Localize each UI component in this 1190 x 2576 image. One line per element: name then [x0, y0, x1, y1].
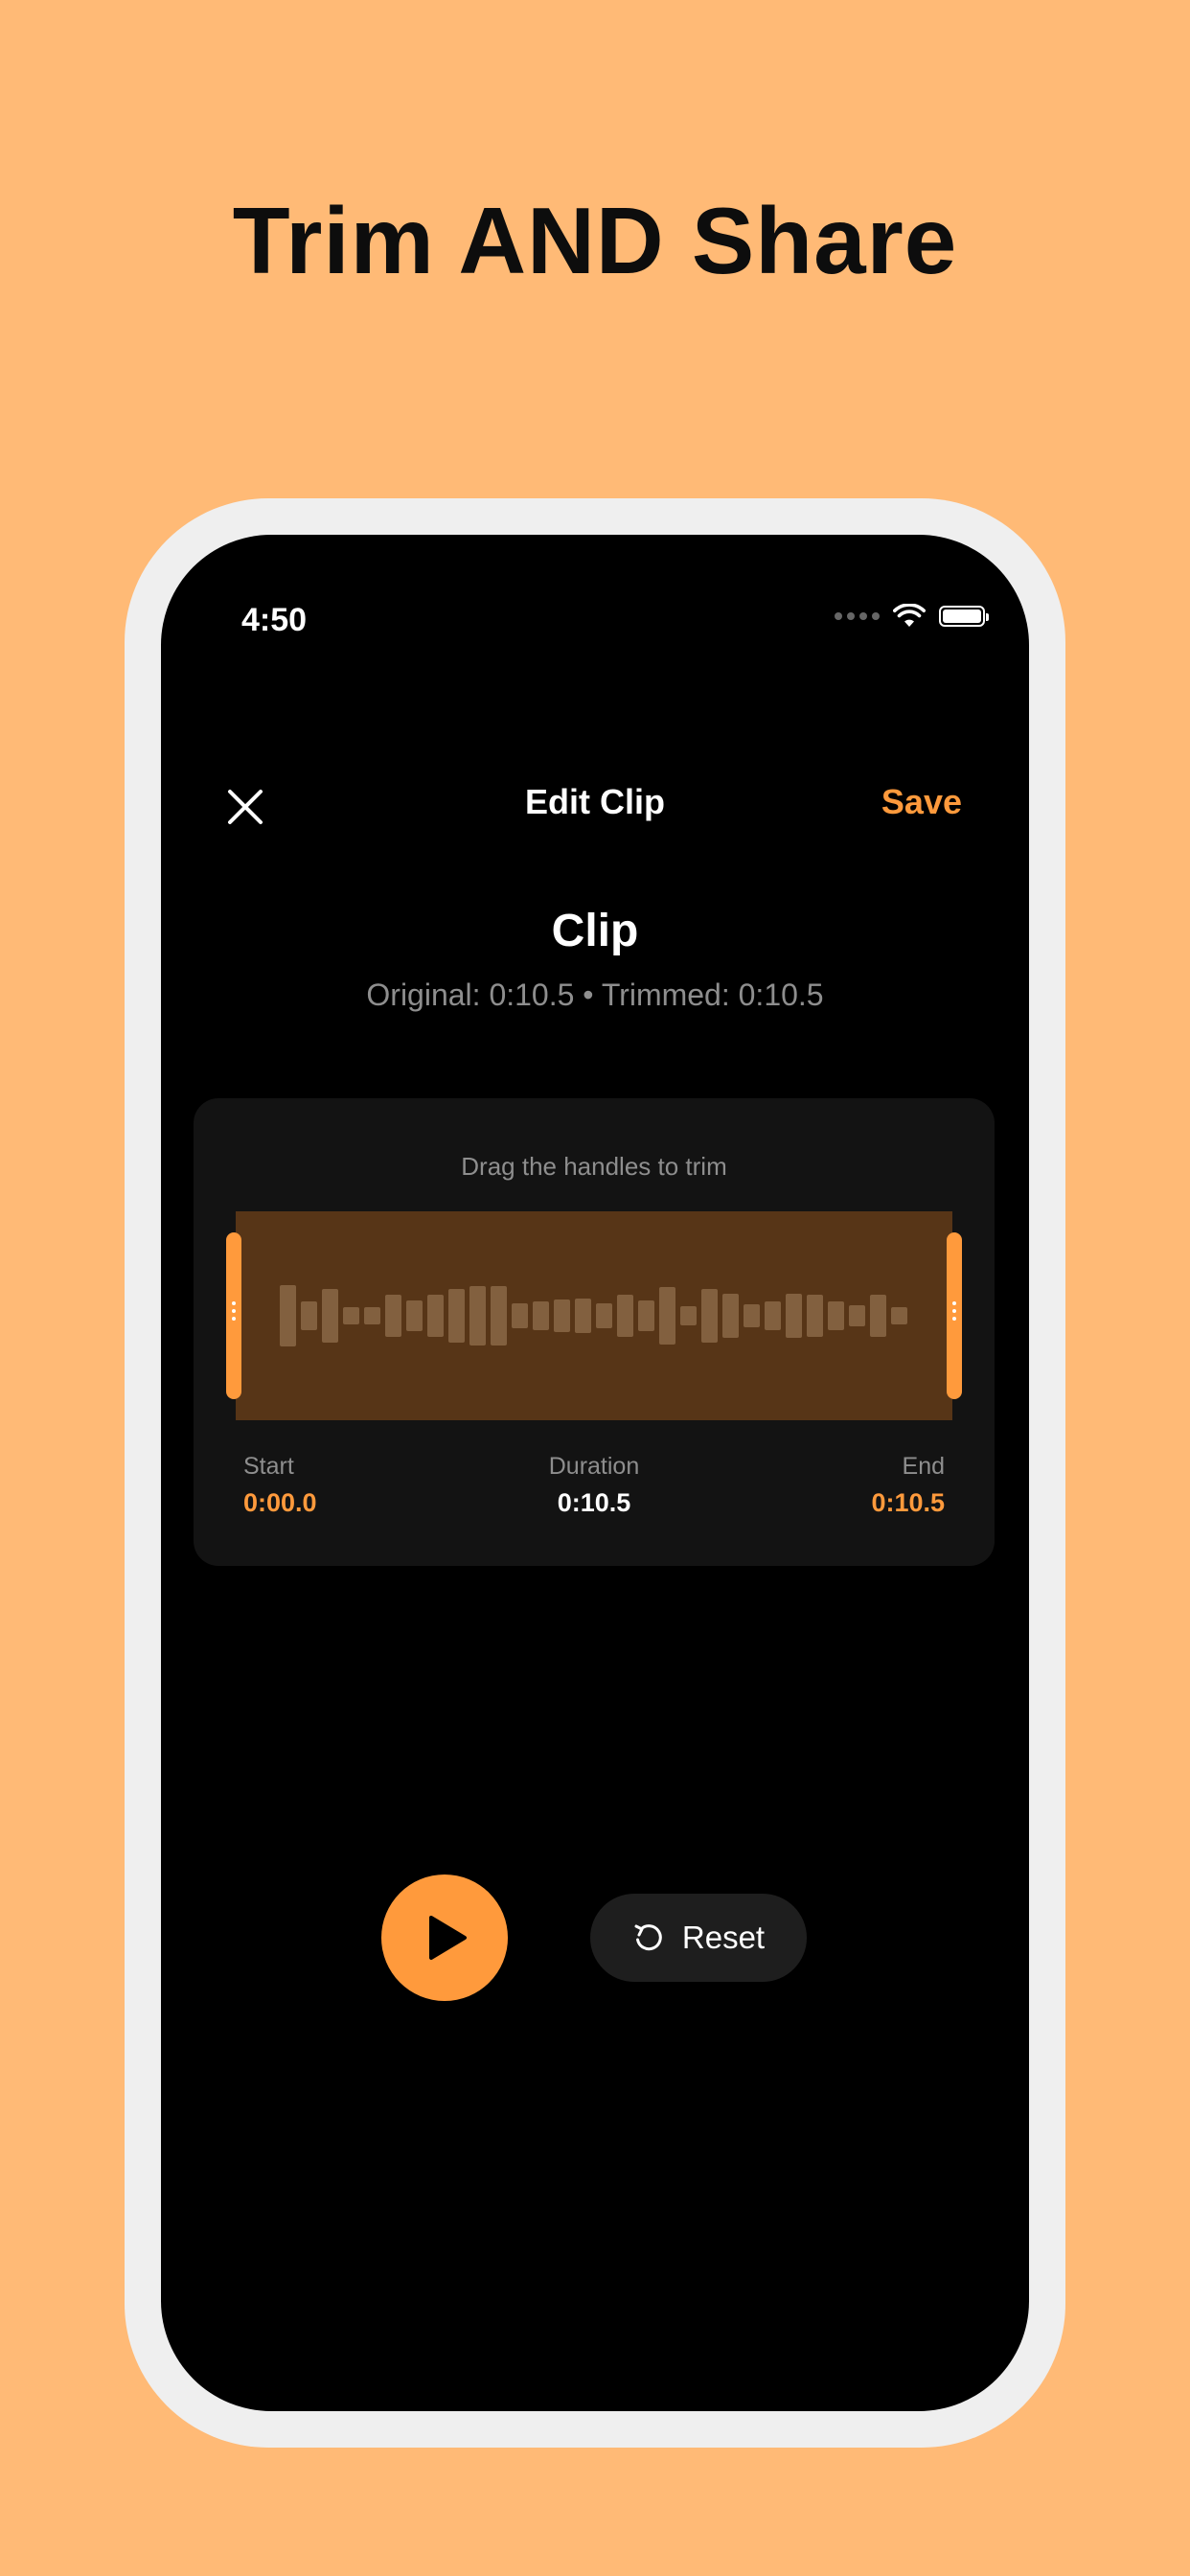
reset-button[interactable]: Reset: [590, 1894, 807, 1982]
waveform-bar: [512, 1303, 528, 1328]
waveform-bar: [722, 1294, 739, 1338]
waveform-bar: [701, 1289, 718, 1343]
grip-icon: [952, 1301, 956, 1321]
clip-title: Clip: [551, 906, 639, 956]
waveform-bar: [301, 1301, 317, 1330]
end-label: End: [902, 1453, 945, 1480]
waveform-bar: [554, 1300, 570, 1332]
trim-hint: Drag the handles to trim: [461, 1152, 727, 1181]
waveform-bar: [870, 1295, 886, 1337]
grip-icon: [232, 1301, 236, 1321]
waveform-bar: [491, 1286, 507, 1346]
reset-label: Reset: [681, 1920, 766, 1955]
trim-card: Drag the handles to trim Duration 0:10.5…: [194, 1098, 995, 1566]
waveform-bar: [828, 1301, 844, 1330]
waveform-bar: [638, 1300, 654, 1331]
waveform-bar: [533, 1301, 549, 1330]
waveform-bar: [343, 1307, 359, 1324]
waveform-bar: [406, 1300, 423, 1331]
waveform-bar: [469, 1286, 486, 1346]
phone-frame: 4:50 Edit Clip Save Clip Original: 0:10.…: [125, 498, 1065, 2448]
waveform-bar: [427, 1295, 444, 1337]
headline: Trim AND Share: [232, 188, 958, 293]
signal-icon: [835, 612, 880, 620]
waveform-bar: [680, 1306, 697, 1325]
waveform-bars: [280, 1211, 907, 1420]
start-block: Start 0:00.0: [243, 1453, 317, 1518]
waveform-bar: [364, 1307, 380, 1324]
waveform-bar: [765, 1301, 781, 1330]
waveform[interactable]: [236, 1211, 952, 1420]
save-button[interactable]: Save: [881, 782, 962, 822]
waveform-bar: [448, 1289, 465, 1343]
waveform-bar: [575, 1299, 591, 1333]
waveform-bar: [659, 1287, 675, 1345]
waveform-bar: [786, 1294, 802, 1338]
waveform-bar: [617, 1295, 633, 1337]
end-block: End 0:10.5: [871, 1453, 945, 1518]
status-icons: [835, 604, 989, 629]
start-value: 0:00.0: [243, 1488, 317, 1517]
trim-handle-start[interactable]: [226, 1232, 241, 1399]
start-label: Start: [243, 1453, 294, 1480]
waveform-bar: [322, 1289, 338, 1343]
reset-icon: [634, 1924, 662, 1951]
app-screen: 4:50 Edit Clip Save Clip Original: 0:10.…: [161, 535, 1029, 2411]
waveform-bar: [385, 1295, 401, 1337]
clip-duration-info: Original: 0:10.5 • Trimmed: 0:10.5: [366, 978, 824, 1012]
wifi-icon: [893, 604, 926, 627]
end-value: 0:10.5: [871, 1488, 945, 1517]
waveform-bar: [849, 1305, 865, 1326]
trim-handle-end[interactable]: [947, 1232, 962, 1399]
battery-icon: [939, 606, 989, 627]
waveform-bar: [807, 1295, 823, 1337]
play-icon: [429, 1916, 467, 1960]
waveform-bar: [596, 1303, 612, 1328]
waveform-bar: [280, 1285, 296, 1346]
status-time: 4:50: [241, 602, 308, 638]
play-button[interactable]: [381, 1874, 508, 2001]
waveform-bar: [744, 1304, 760, 1327]
waveform-bar: [891, 1307, 907, 1324]
